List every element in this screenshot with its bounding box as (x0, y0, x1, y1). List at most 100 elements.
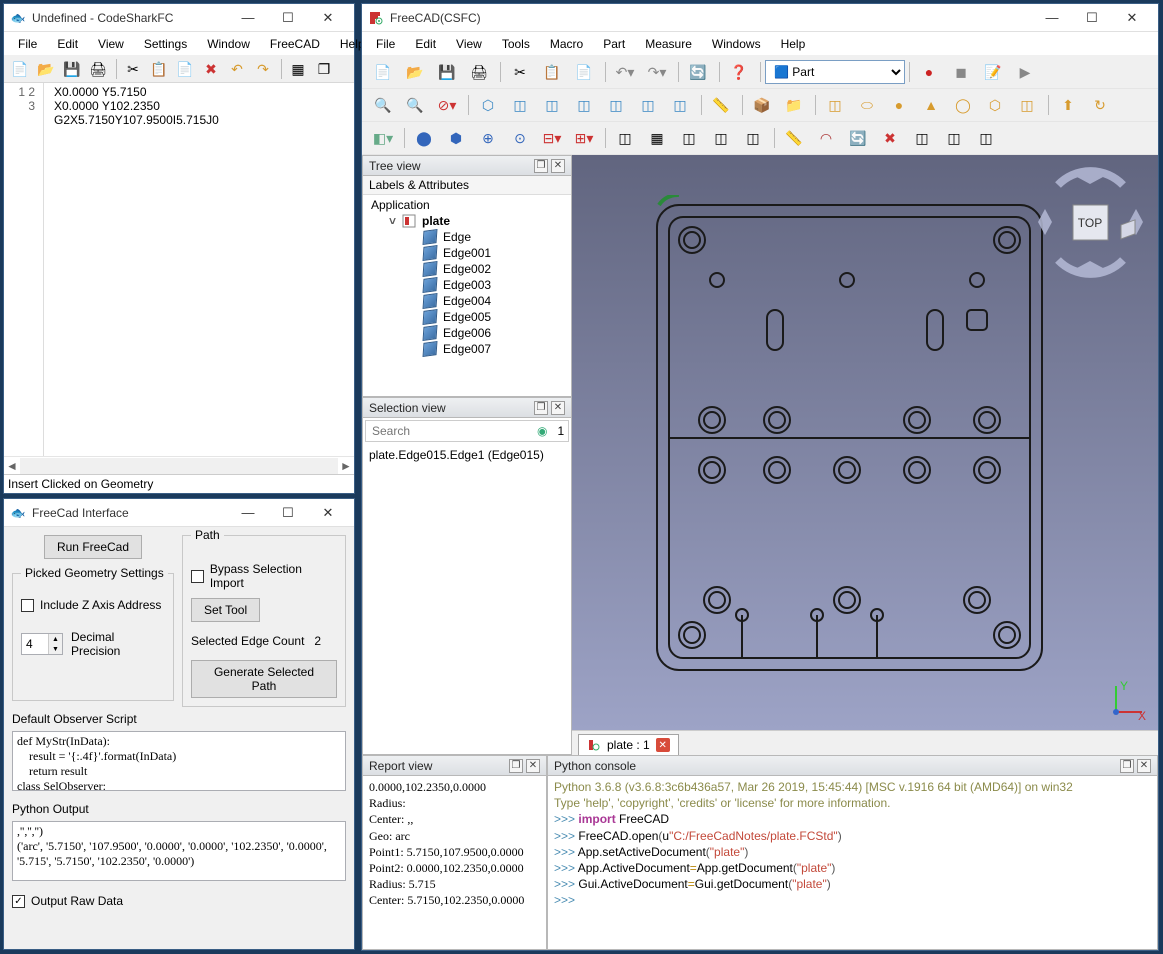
mirror-icon[interactable]: ◧▾ (368, 124, 398, 152)
tree-item[interactable]: Edge (363, 229, 571, 245)
menu-file[interactable]: File (366, 34, 405, 54)
front-view-icon[interactable]: ◫ (505, 91, 535, 119)
tree-item[interactable]: Edge001 (363, 245, 571, 261)
cone-primitive-icon[interactable]: ▲ (916, 91, 946, 119)
tree-item[interactable]: Edge003 (363, 277, 571, 293)
picker-icon[interactable]: ◉ (533, 424, 551, 438)
primitives-icon[interactable]: ⬡ (980, 91, 1010, 119)
save-document-icon[interactable]: 💾 (432, 58, 462, 86)
tree-root-item[interactable]: Application (363, 197, 571, 213)
zoom-fit-icon[interactable]: 🔍 (368, 91, 398, 119)
run-freecad-button[interactable]: Run FreeCad (44, 535, 142, 559)
close-panel-icon[interactable]: ✕ (1137, 759, 1151, 773)
print-icon[interactable]: 🖨 (86, 58, 110, 80)
fcif-titlebar[interactable]: 🐟 FreeCad Interface — ☐ ✕ (4, 499, 354, 527)
macro-stop-icon[interactable]: ◼ (946, 58, 976, 86)
folder-icon[interactable]: 📁 (779, 91, 809, 119)
freecad-titlebar[interactable]: FreeCAD(CSFC) — ☐ ✕ (362, 4, 1158, 32)
section-icon[interactable]: ◫ (610, 124, 640, 152)
undock-icon[interactable]: ❐ (1120, 759, 1134, 773)
generate-path-button[interactable]: Generate Selected Path (191, 660, 337, 698)
undo-icon[interactable]: ↶ (225, 58, 249, 80)
copy-icon[interactable]: 📋 (537, 58, 567, 86)
set-tool-button[interactable]: Set Tool (191, 598, 260, 622)
fillet-icon[interactable]: ⬤ (409, 124, 439, 152)
redo-icon[interactable]: ↷ (251, 58, 275, 80)
close-button[interactable]: ✕ (1112, 5, 1152, 31)
navigation-cube[interactable]: TOP (1033, 165, 1148, 280)
cut-boolean-icon[interactable]: ⊟▾ (537, 124, 567, 152)
menu-tools[interactable]: Tools (492, 34, 540, 54)
toggle-all-icon[interactable]: ◫ (907, 124, 937, 152)
draw-style-icon[interactable]: ⊘▾ (432, 91, 462, 119)
save-icon[interactable]: 💾 (60, 58, 84, 80)
decimal-precision-input[interactable] (22, 634, 48, 654)
print-icon[interactable]: 🖨 (464, 58, 494, 86)
box-primitive-icon[interactable]: ◫ (820, 91, 850, 119)
minimize-button[interactable]: — (1032, 5, 1072, 31)
paste-icon[interactable]: 📄 (569, 58, 599, 86)
close-panel-icon[interactable]: ✕ (551, 159, 565, 173)
maximize-button[interactable]: ☐ (268, 5, 308, 31)
undock-icon[interactable]: ❐ (534, 401, 548, 415)
selection-search-input[interactable] (366, 422, 533, 440)
extrude-icon[interactable]: ⬆ (1053, 91, 1083, 119)
boolean-icon[interactable]: ⊕ (473, 124, 503, 152)
close-button[interactable]: ✕ (308, 500, 348, 526)
spinner-up[interactable]: ▲ (49, 634, 62, 644)
shape-builder-icon[interactable]: ◫ (1012, 91, 1042, 119)
undock-icon[interactable]: ❐ (534, 159, 548, 173)
part-group-icon[interactable]: 📦 (747, 91, 777, 119)
include-z-checkbox[interactable]: Include Z Axis Address (21, 598, 165, 612)
output-raw-data-checkbox[interactable]: ✓Output Raw Data (12, 894, 346, 908)
new-document-icon[interactable]: 📄 (368, 58, 398, 86)
cross-sections-icon[interactable]: ▦ (642, 124, 672, 152)
cut-icon[interactable]: ✂ (121, 58, 145, 80)
undo-icon[interactable]: ↶▾ (610, 58, 640, 86)
open-folder-icon[interactable]: 📂 (34, 58, 58, 80)
zoom-selection-icon[interactable]: 🔍 (400, 91, 430, 119)
code-editor[interactable]: 1 2 3 X0.0000 Y5.7150 X0.0000 Y102.2350 … (4, 83, 354, 456)
close-button[interactable]: ✕ (308, 5, 348, 31)
macro-run-icon[interactable]: ▶ (1010, 58, 1040, 86)
menu-windows[interactable]: Windows (702, 34, 771, 54)
report-view-content[interactable]: 0.0000,102.2350,0.0000 Radius: Center: ,… (363, 776, 546, 949)
menu-edit[interactable]: Edit (47, 34, 88, 54)
selection-search[interactable]: ◉ 1 (365, 420, 569, 442)
menu-help[interactable]: Help (771, 34, 816, 54)
tree-document-item[interactable]: ˅ plate (363, 213, 571, 229)
menu-settings[interactable]: Settings (134, 34, 197, 54)
3d-viewport[interactable]: TOP Y X (572, 155, 1158, 730)
thickness-icon[interactable]: ◫ (738, 124, 768, 152)
cut-icon[interactable]: ✂ (505, 58, 535, 86)
tile-icon[interactable]: ▦ (286, 58, 310, 80)
revolve-icon[interactable]: ↻ (1085, 91, 1115, 119)
measure-refresh-icon[interactable]: 🔄 (843, 124, 873, 152)
union-icon[interactable]: ⊙ (505, 124, 535, 152)
macro-edit-icon[interactable]: 📝 (978, 58, 1008, 86)
sphere-primitive-icon[interactable]: ● (884, 91, 914, 119)
minimize-button[interactable]: — (228, 5, 268, 31)
top-view-icon[interactable]: ◫ (537, 91, 567, 119)
tree-view[interactable]: Application ˅ plate EdgeEdge001Edge002Ed… (363, 195, 571, 396)
horizontal-scrollbar[interactable]: ◄► (4, 456, 354, 474)
offset2d-icon[interactable]: ◫ (706, 124, 736, 152)
undock-icon[interactable]: ❐ (509, 759, 523, 773)
close-panel-icon[interactable]: ✕ (526, 759, 540, 773)
toggle-3d-icon[interactable]: ◫ (939, 124, 969, 152)
new-file-icon[interactable]: 📄 (8, 58, 32, 80)
tree-header[interactable]: Labels & Attributes (363, 176, 571, 195)
bypass-selection-checkbox[interactable]: Bypass Selection Import (191, 562, 337, 590)
close-tab-icon[interactable]: ✕ (656, 738, 670, 752)
workbench-selector[interactable]: 🟦 Part (765, 60, 905, 84)
left-view-icon[interactable]: ◫ (665, 91, 695, 119)
toggle-delta-icon[interactable]: ◫ (971, 124, 1001, 152)
codeshark-titlebar[interactable]: 🐟 Undefined - CodeSharkFC — ☐ ✕ (4, 4, 354, 32)
close-panel-icon[interactable]: ✕ (551, 401, 565, 415)
measure-icon[interactable]: 📏 (706, 91, 736, 119)
delete-icon[interactable]: ✖ (199, 58, 223, 80)
measure-linear-icon[interactable]: 📏 (779, 124, 809, 152)
whats-this-icon[interactable]: ❓ (724, 58, 754, 86)
tree-item[interactable]: Edge004 (363, 293, 571, 309)
macro-record-icon[interactable]: ● (914, 58, 944, 86)
